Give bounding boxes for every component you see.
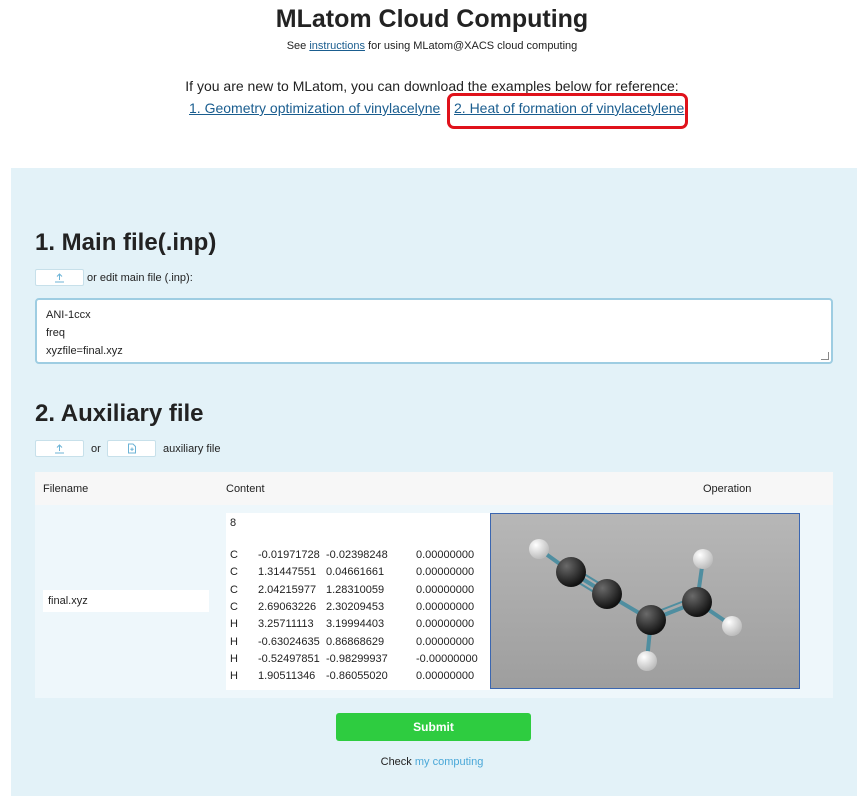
atom-element: H <box>230 670 238 683</box>
subtitle-prefix: See <box>286 40 310 52</box>
main-file-title: 1. Main file(.inp) <box>35 229 217 256</box>
molecule-structure <box>529 539 742 671</box>
atom-coordinate: 3.25711113 <box>258 618 314 631</box>
atom-coordinate: -0.63024635 <box>258 635 320 648</box>
upload-icon <box>55 272 64 282</box>
atom-coordinate: 1.90511346 <box>258 670 316 683</box>
or-label: or <box>91 443 101 455</box>
aux-file-upload-button[interactable] <box>35 440 84 457</box>
atom-coordinate: -0.01971728 <box>258 549 320 561</box>
main-file-upload-button[interactable] <box>35 269 84 286</box>
submit-button[interactable]: Submit <box>336 713 531 741</box>
instructions-link[interactable]: instructions <box>309 40 365 52</box>
atom-coordinate: -0.00000000 <box>416 652 478 665</box>
carbon-atom <box>556 557 586 587</box>
column-header-filename: Filename <box>43 483 89 495</box>
auxiliary-file-title: 2. Auxiliary file <box>35 400 204 427</box>
main-file-editor[interactable]: ANI-1ccx freq xyzfile=final.xyz <box>35 298 833 364</box>
atom-coordinate: 0.86868629 <box>326 635 385 648</box>
upload-icon <box>55 443 64 453</box>
editor-line: xyzfile=final.xyz <box>46 345 123 357</box>
resize-handle[interactable] <box>821 352 829 360</box>
hydrogen-atom <box>693 549 713 569</box>
subtitle-suffix: for using MLatom@XACS cloud computing <box>364 40 578 52</box>
carbon-atom <box>636 605 666 635</box>
atom-coordinate: 3.19994403 <box>326 618 385 631</box>
atom-coordinate: 1.31447551 <box>258 566 317 579</box>
atom-element: C <box>230 600 238 613</box>
page-title: MLatom Cloud Computing <box>275 5 589 33</box>
new-file-icon <box>127 443 136 454</box>
atom-element: C <box>230 549 238 561</box>
atom-coordinate: 0.00000000 <box>416 583 475 596</box>
atom-coordinate: -0.86055020 <box>326 670 388 683</box>
example-geometry-optimization-link[interactable]: 1. Geometry optimization of vinylacelyne <box>189 100 440 116</box>
hydrogen-atom <box>637 651 657 671</box>
carbon-atom <box>592 579 622 609</box>
carbon-atom <box>682 587 712 617</box>
atom-coordinate: 0.00000000 <box>416 670 475 683</box>
auxiliary-file-table: Filename Content Operation final.xyz 8 C… <box>35 472 833 698</box>
atom-coordinate: 0.00000000 <box>416 635 475 648</box>
highlight-annotation <box>447 93 688 129</box>
check-computing: Check my computing <box>0 756 864 768</box>
atom-coordinate: 2.69063226 <box>258 600 317 613</box>
atom-coordinate: 0.00000000 <box>416 549 475 561</box>
hydrogen-atom <box>722 616 742 636</box>
editor-line: freq <box>46 327 65 339</box>
atom-element: H <box>230 652 238 665</box>
check-prefix: Check <box>380 756 415 768</box>
filename-input[interactable]: final.xyz <box>43 590 209 612</box>
subtitle: See instructions for using MLatom@XACS c… <box>0 40 864 52</box>
my-computing-link[interactable]: my computing <box>415 756 483 768</box>
table-header: Filename Content Operation <box>35 472 833 505</box>
main-file-hint: or edit main file (.inp): <box>87 272 193 284</box>
file-content-box[interactable]: 8 C -0.01971728 -0.02398248 0.00000000 C 1.31… <box>226 513 490 690</box>
atom-coordinate: -0.02398248 <box>326 549 388 561</box>
atom-coordinate: -0.52497851 <box>258 652 320 665</box>
aux-file-hint: auxiliary file <box>163 443 221 455</box>
atom-coordinate: 1.28310059 <box>326 583 385 596</box>
atom-element: C <box>230 566 238 579</box>
atom-coordinate: 2.30209453 <box>326 600 385 613</box>
molecule-3d-viewer[interactable] <box>490 513 800 689</box>
atom-element: H <box>230 635 238 648</box>
atom-element: H <box>230 618 238 631</box>
editor-line: ANI-1ccx <box>46 309 91 321</box>
atom-coordinate: 0.00000000 <box>416 618 475 631</box>
column-header-content: Content <box>226 483 265 495</box>
atom-coordinate: 0.00000000 <box>416 600 475 613</box>
aux-file-create-button[interactable] <box>107 440 156 457</box>
atom-count: 8 <box>230 517 237 529</box>
atom-coordinate: 0.04661661 <box>326 566 385 579</box>
atom-coordinate: 0.00000000 <box>416 566 475 579</box>
intro-text: If you are new to MLatom, you can downlo… <box>185 78 679 94</box>
atom-coordinate: -0.98299937 <box>326 652 388 665</box>
hydrogen-atom <box>529 539 549 559</box>
atom-coordinate: 2.04215977 <box>258 583 317 596</box>
column-header-operation: Operation <box>703 483 752 495</box>
atom-element: C <box>230 583 238 596</box>
